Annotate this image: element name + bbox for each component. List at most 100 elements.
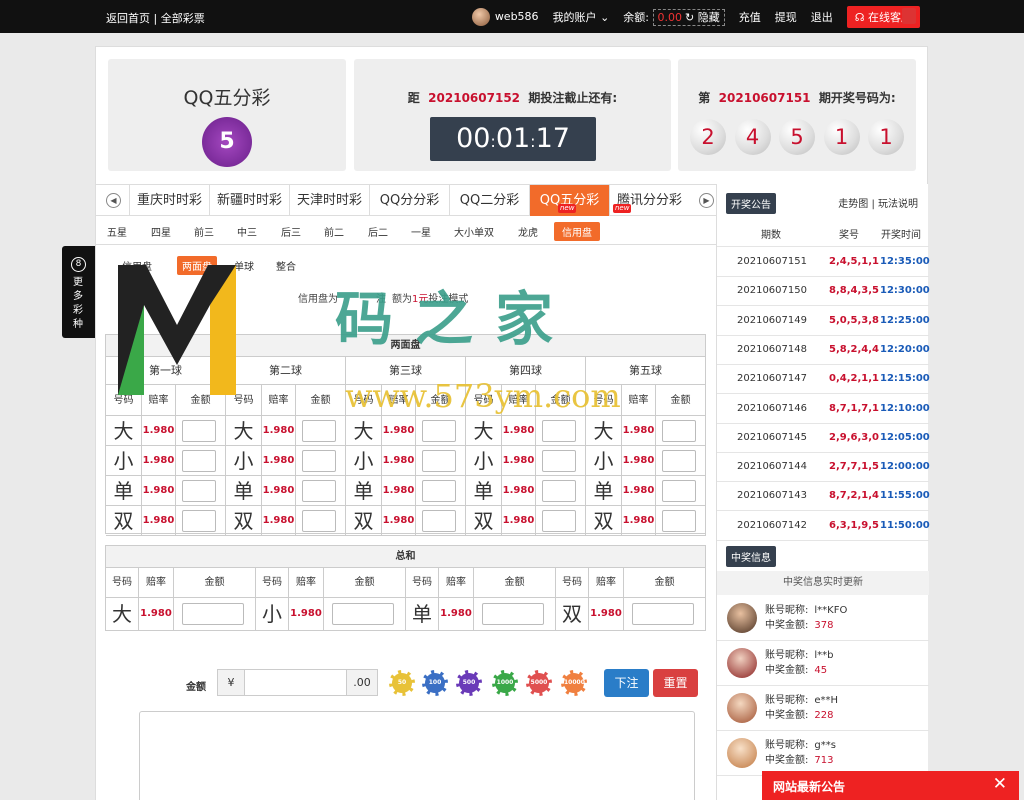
more-lotteries-label: 更多彩种 [73, 277, 83, 330]
tab-game[interactable]: 新疆时时彩 [209, 185, 289, 216]
bet-amount-field[interactable] [422, 510, 456, 532]
col-amount-header: 金额 [174, 568, 256, 598]
bet-amount-field[interactable] [182, 480, 216, 502]
sum-amount-field[interactable] [632, 603, 694, 625]
close-icon[interactable]: ✕ [993, 774, 1007, 794]
draw-notice-button[interactable]: 开奖公告 [726, 193, 776, 214]
col-amount-header: 金额 [656, 385, 706, 416]
history-time: 12:15:00 [880, 373, 930, 385]
bet-list-area[interactable] [139, 711, 695, 800]
gift-icon[interactable] [902, 8, 916, 24]
mode-tab[interactable]: 整合 [276, 258, 296, 273]
tab-game[interactable]: 天津时时彩 [289, 185, 369, 216]
play-tab[interactable]: 前三 [194, 224, 214, 239]
user-menu[interactable]: web586 [471, 7, 539, 26]
play-tab-active[interactable]: 信用盘 [554, 222, 600, 241]
deposit-link[interactable]: 充值 [739, 9, 761, 25]
account-menu[interactable]: 我的账户 ⌄ [553, 9, 610, 25]
mode-tab[interactable]: 单球 [234, 258, 254, 273]
sum-code: 小 [256, 598, 289, 630]
play-tab[interactable]: 大小单双 [454, 224, 494, 239]
history-row: 20210607148 5,8,2,4,4 12:20:00 [717, 335, 930, 365]
play-tab[interactable]: 后二 [368, 224, 388, 239]
play-tab[interactable]: 五星 [107, 224, 127, 239]
bet-amount-input[interactable] [245, 669, 346, 696]
bet-amount-field[interactable] [182, 510, 216, 532]
bet-code: 单 [346, 476, 382, 506]
history-row: 20210607146 8,7,1,7,1 12:10:00 [717, 394, 930, 424]
sum-amount-field[interactable] [482, 603, 544, 625]
bet-amount-field[interactable] [542, 480, 576, 502]
play-tab[interactable]: 前二 [324, 224, 344, 239]
bet-amount-field[interactable] [182, 420, 216, 442]
bet-amount-field[interactable] [542, 420, 576, 442]
bet-code: 小 [346, 446, 382, 476]
bet-amount-field[interactable] [302, 510, 336, 532]
tab-game[interactable]: QQ分分彩 [369, 185, 449, 216]
last-draw-label: 第 20210607151 期开奖号码为: [698, 91, 896, 105]
tab-game[interactable]: 重庆时时彩 [129, 185, 209, 216]
play-tab[interactable]: 龙虎 [518, 224, 538, 239]
bet-amount-field[interactable] [662, 510, 696, 532]
bet-amount-field[interactable] [302, 450, 336, 472]
play-tab[interactable]: 中三 [237, 224, 257, 239]
submit-bet-button[interactable]: 下注 [604, 669, 649, 697]
ball-header: 第二球 [226, 357, 346, 385]
bet-amount-field[interactable] [302, 420, 336, 442]
sum-amount-cell [624, 598, 706, 630]
bet-amount-field[interactable] [422, 420, 456, 442]
play-tab[interactable]: 一星 [411, 224, 431, 239]
bet-odds: 1.980 [382, 476, 416, 506]
more-lotteries-tab[interactable]: 8 更多彩种 [62, 246, 95, 338]
sum-amount-cell [174, 598, 256, 630]
bet-amount-field[interactable] [662, 450, 696, 472]
home-link[interactable]: 返回首页 [106, 12, 150, 25]
reset-button[interactable]: 重置 [653, 669, 698, 697]
sum-amount-field[interactable] [332, 603, 394, 625]
refresh-icon[interactable]: ↻ [685, 11, 694, 24]
countdown-clock: 00:01:17 [430, 117, 596, 161]
tabs-next-icon[interactable]: ▶ [699, 193, 714, 208]
history-time: 11:50:00 [880, 519, 930, 531]
win-info-button[interactable]: 中奖信息 [726, 546, 776, 567]
bet-code: 小 [226, 446, 262, 476]
chip-1000[interactable]: 1000 [492, 670, 518, 696]
bet-amount-field[interactable] [542, 510, 576, 532]
chip-10000[interactable]: 10000 [561, 670, 587, 696]
play-tab[interactable]: 后三 [281, 224, 301, 239]
top-bar: 返回首页 | 全部彩票 web586 我的账户 ⌄ 余额: 0.00 ↻ 隐藏 充… [0, 0, 1024, 33]
sum-amount-field[interactable] [182, 603, 244, 625]
bet-amount-field[interactable] [662, 420, 696, 442]
sum-title: 总和 [106, 546, 705, 568]
history-row: 20210607150 8,8,4,3,5 12:30:00 [717, 276, 930, 307]
history-row: 20210607142 6,3,1,9,5 11:50:00 [717, 511, 930, 541]
notice-title: 网站最新公告 [773, 780, 846, 794]
chip-500[interactable]: 500 [456, 670, 482, 696]
all-lottery-link[interactable]: 全部彩票 [161, 12, 205, 25]
logout-link[interactable]: 退出 [811, 9, 833, 25]
chip-5000[interactable]: 5000 [526, 670, 552, 696]
hide-balance-button[interactable]: 隐藏 [698, 11, 720, 24]
trend-rules-links[interactable]: 走势图 | 玩法说明 [838, 195, 918, 210]
history-period: 20210607146 [737, 402, 807, 414]
bet-amount-cell [176, 446, 226, 476]
bet-amount-field[interactable] [422, 450, 456, 472]
bet-amount-field[interactable] [422, 480, 456, 502]
chip-50[interactable]: 50 [389, 670, 415, 696]
bet-amount-field[interactable] [542, 450, 576, 472]
bet-odds: 1.980 [622, 416, 656, 446]
play-tab[interactable]: 四星 [151, 224, 171, 239]
withdraw-link[interactable]: 提现 [775, 9, 797, 25]
chip-100[interactable]: 100 [422, 670, 448, 696]
tab-game[interactable]: QQ二分彩 [449, 185, 529, 216]
bet-code: 单 [106, 476, 142, 506]
table-row: 大 1.980 小 1.980 单 1.980 双 1.980 [106, 598, 706, 630]
history-period: 20210607143 [737, 490, 807, 502]
bet-code: 双 [106, 506, 142, 536]
bet-amount-cell [656, 506, 706, 536]
tabs-prev-icon[interactable]: ◀ [106, 193, 121, 208]
bet-amount-field[interactable] [662, 480, 696, 502]
bet-amount-field[interactable] [302, 480, 336, 502]
bet-amount-field[interactable] [182, 450, 216, 472]
col-amount-header: 金额 [624, 568, 706, 598]
